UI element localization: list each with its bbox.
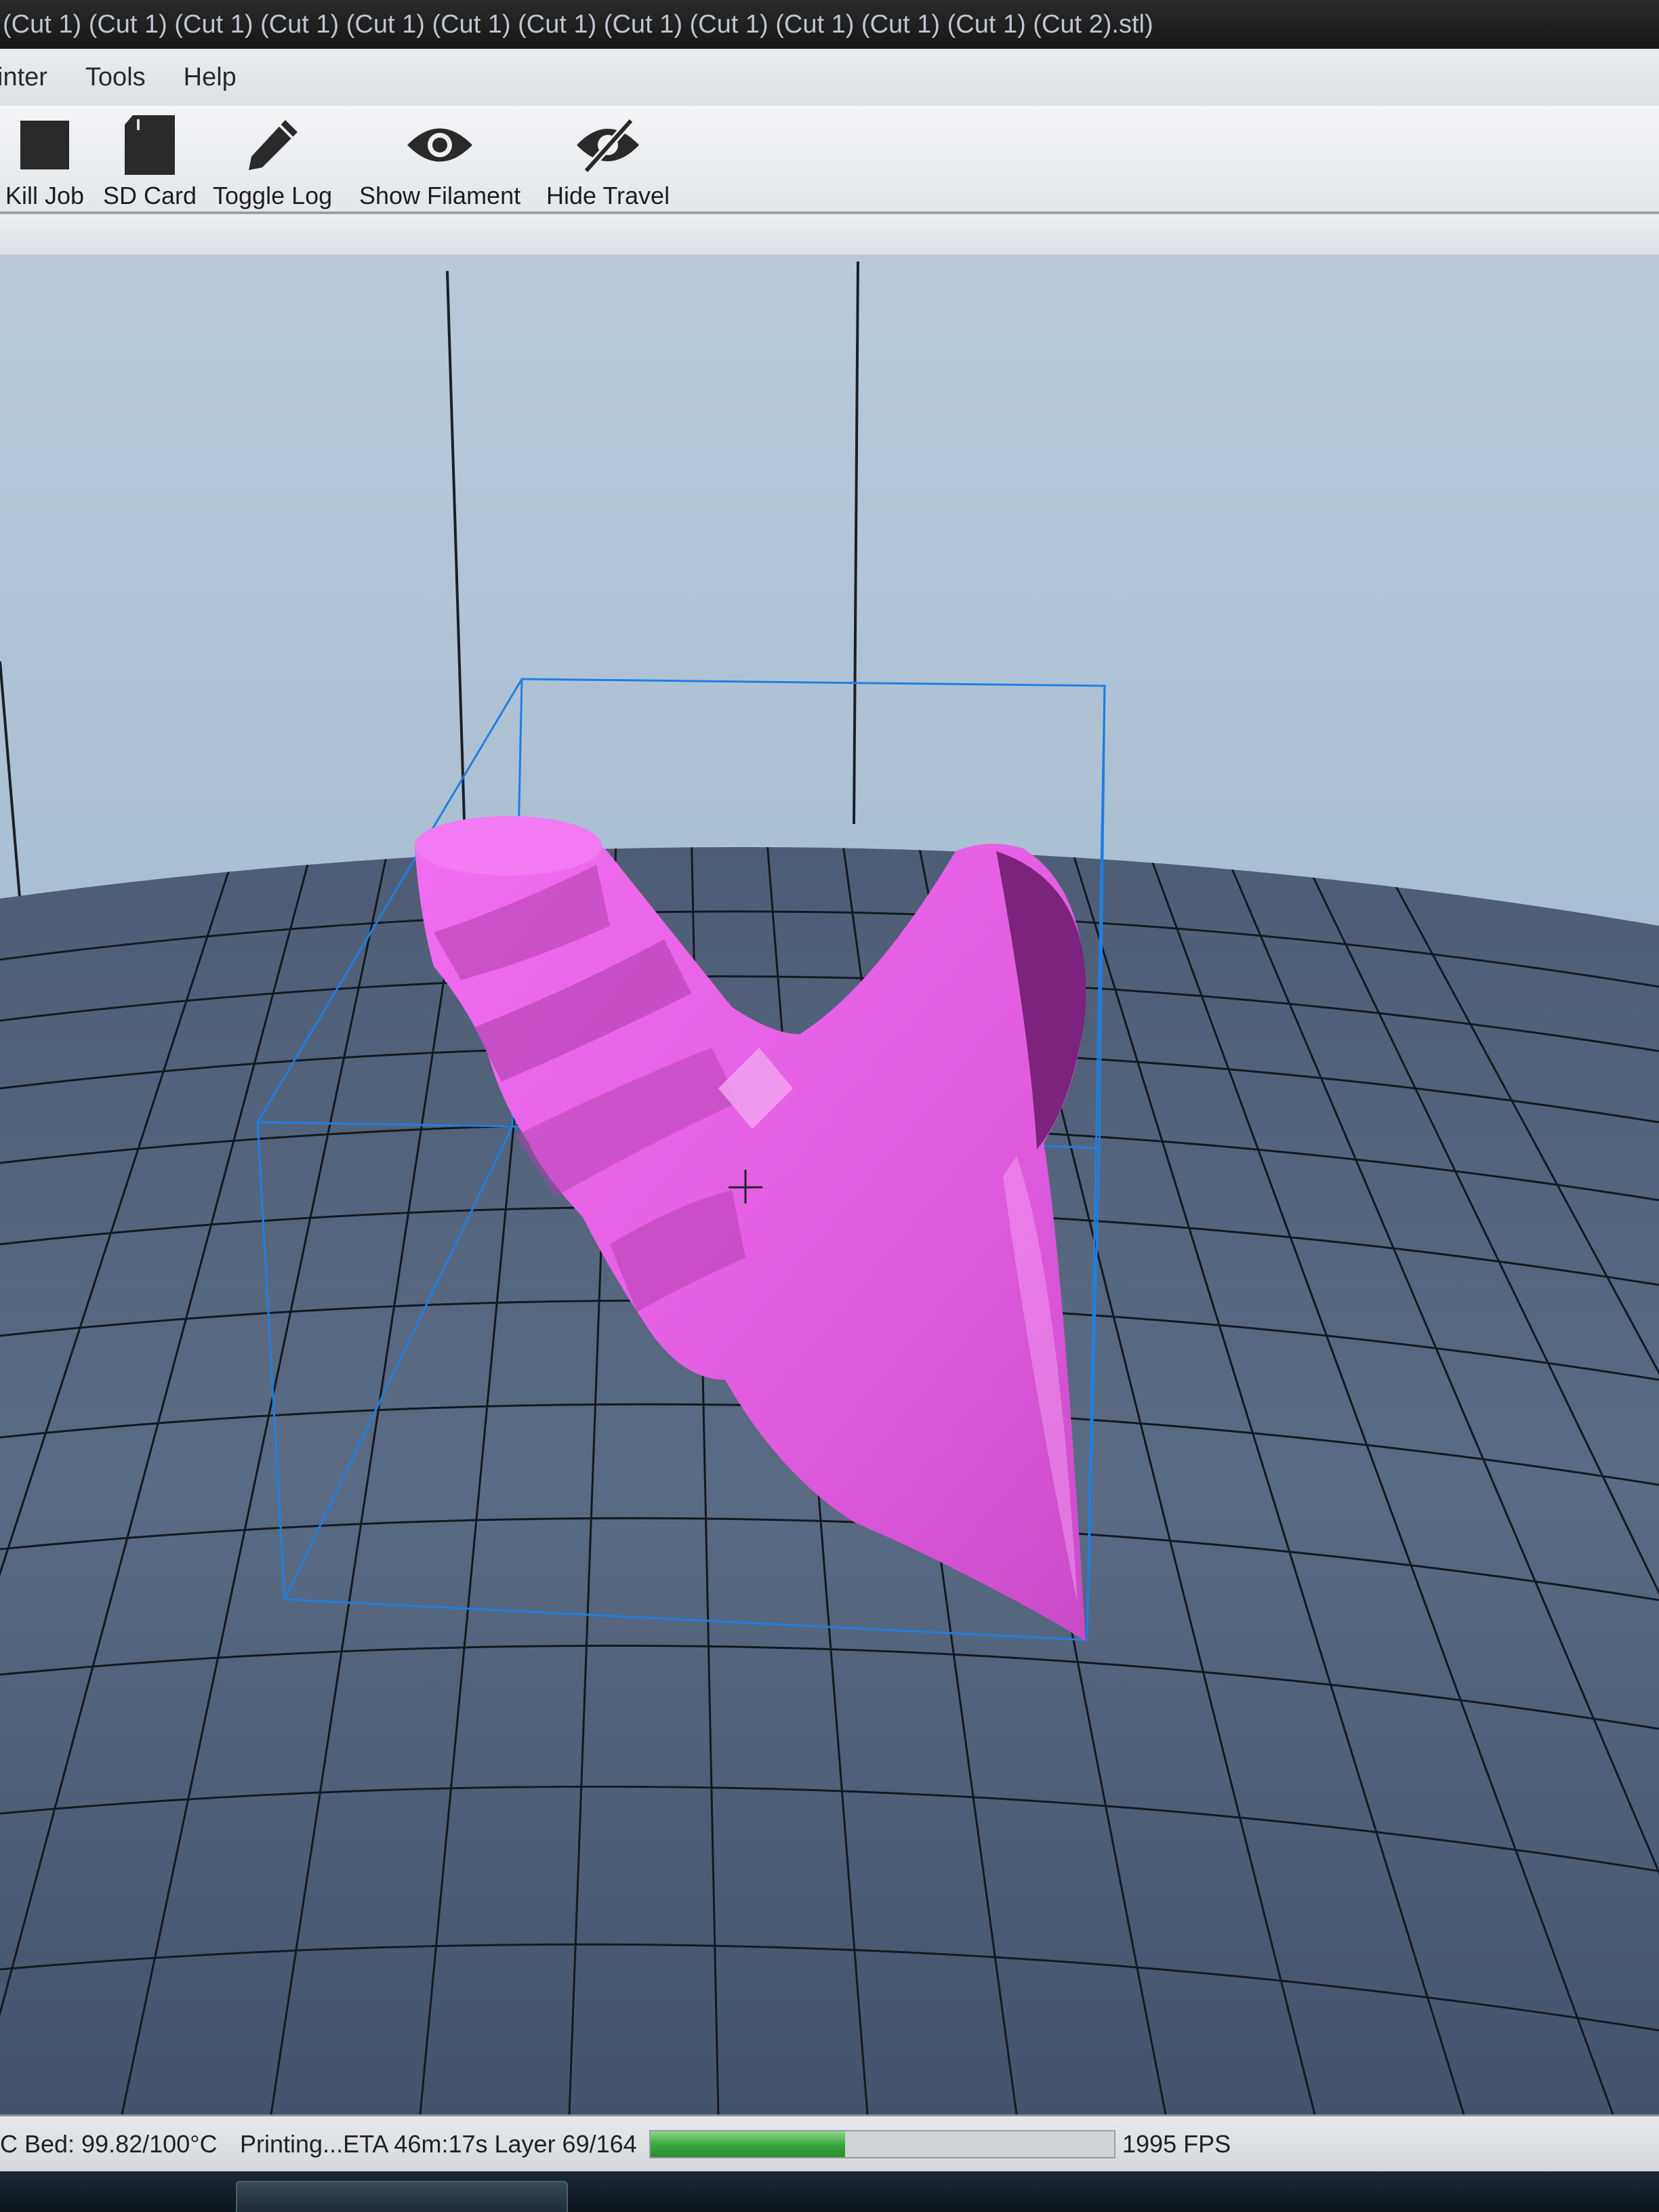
hide-travel-button[interactable]: Hide Travel <box>546 112 670 210</box>
os-taskbar <box>0 2171 1659 2212</box>
menu-bar: inter Tools Help <box>0 49 1659 106</box>
kill-job-button[interactable]: Kill Job <box>5 112 84 210</box>
print-status: Printing...ETA 46m:17s Layer 69/164 <box>240 2130 637 2158</box>
print-progress-fill <box>651 2131 846 2157</box>
scene-canvas <box>0 255 1659 2114</box>
print-progress-bar <box>649 2130 1115 2158</box>
3d-viewport[interactable] <box>0 255 1659 2114</box>
hide-travel-label: Hide Travel <box>546 182 670 209</box>
sd-card-label: SD Card <box>103 182 197 209</box>
menu-tools[interactable]: Tools <box>85 63 146 92</box>
status-bar: C Bed: 99.82/100°C Printing...ETA 46m:17… <box>0 2114 1659 2171</box>
sd-card-button[interactable]: SD Card <box>103 112 197 210</box>
show-filament-button[interactable]: Show Filament <box>359 112 520 210</box>
fps-counter: 1995 FPS <box>1122 2130 1231 2158</box>
pencil-icon <box>242 112 303 178</box>
eye-slash-icon <box>573 112 643 178</box>
tab-strip <box>0 214 1659 257</box>
bed-temperature: C Bed: 99.82/100°C <box>0 2130 218 2158</box>
toggle-log-label: Toggle Log <box>213 182 333 209</box>
menu-printer[interactable]: inter <box>0 63 47 92</box>
eye-icon <box>405 112 475 178</box>
kill-job-label: Kill Job <box>5 182 85 209</box>
toolbar: Kill Job SD Card Toggle Log Show Filamen… <box>0 106 1659 214</box>
window-title: (Cut 1) (Cut 1) (Cut 1) (Cut 1) (Cut 1) … <box>0 0 1659 49</box>
app-window: (Cut 1) (Cut 1) (Cut 1) (Cut 1) (Cut 1) … <box>0 0 1659 2212</box>
menu-help[interactable]: Help <box>184 63 237 92</box>
toggle-log-button[interactable]: Toggle Log <box>213 112 332 210</box>
taskbar-app-button[interactable] <box>236 2181 568 2212</box>
sd-card-icon <box>121 112 179 178</box>
show-filament-label: Show Filament <box>359 182 521 209</box>
stop-square-icon <box>16 112 73 178</box>
